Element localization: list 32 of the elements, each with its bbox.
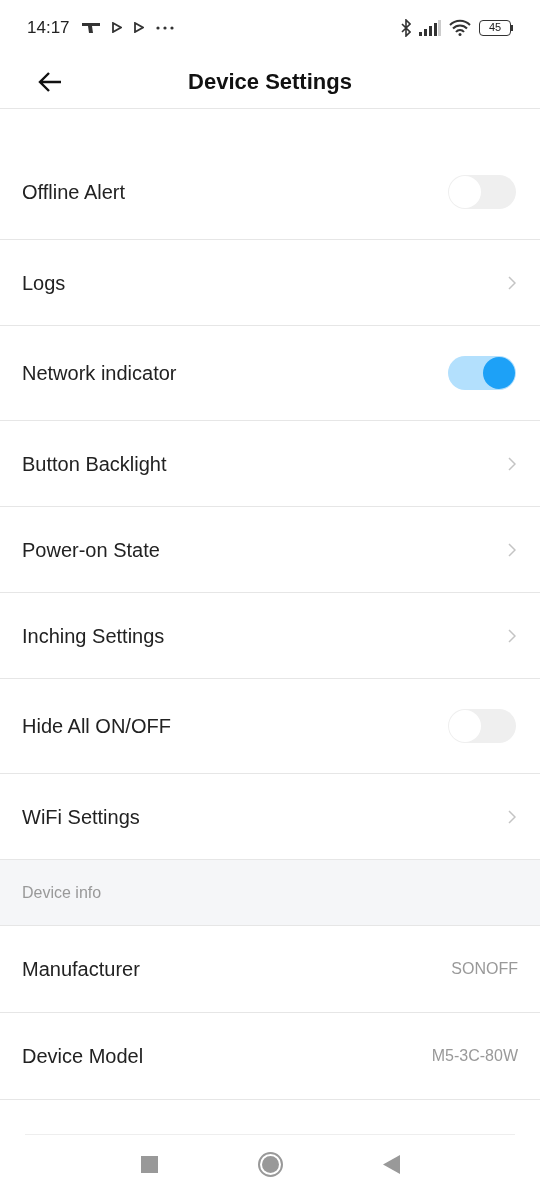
setting-label: Button Backlight — [22, 451, 167, 477]
setting-label: Hide All ON/OFF — [22, 714, 171, 739]
info-value: M5-3C-80W — [431, 1046, 518, 1066]
info-label: Device Model — [22, 1044, 144, 1069]
back-arrow-icon[interactable] — [38, 71, 62, 92]
section-header: Device info — [0, 860, 540, 926]
setting-label: Inching Settings — [22, 623, 165, 649]
setting-label: Network indicator — [22, 361, 177, 386]
setting-label: Power-on State — [22, 537, 160, 563]
battery-icon: 45 — [479, 19, 513, 36]
setting-label: Offline Alert — [22, 180, 126, 205]
chevron-right-icon[interactable] — [508, 628, 516, 643]
recents-button[interactable] — [140, 1156, 158, 1173]
status-time: 14:17 — [27, 16, 70, 39]
setting-label: WiFi Settings — [22, 804, 140, 830]
info-label: Manufacturer — [22, 957, 140, 982]
bluetooth-icon — [401, 18, 411, 37]
more-icon — [155, 25, 174, 30]
signal-icon — [419, 19, 441, 36]
chevron-right-icon[interactable] — [508, 809, 516, 824]
play-icon — [133, 22, 144, 33]
setting-label: Logs — [22, 270, 66, 296]
toggle-switch[interactable] — [448, 356, 516, 390]
back-button[interactable] — [382, 1155, 400, 1174]
play-icon — [111, 22, 122, 33]
chevron-right-icon[interactable] — [508, 542, 516, 557]
chevron-right-icon[interactable] — [508, 275, 516, 290]
info-value: SONOFF — [451, 959, 518, 979]
chevron-right-icon[interactable] — [508, 456, 516, 471]
page-title: Device Settings — [188, 68, 352, 96]
home-button[interactable] — [257, 1152, 283, 1177]
wifi-icon — [449, 19, 471, 36]
